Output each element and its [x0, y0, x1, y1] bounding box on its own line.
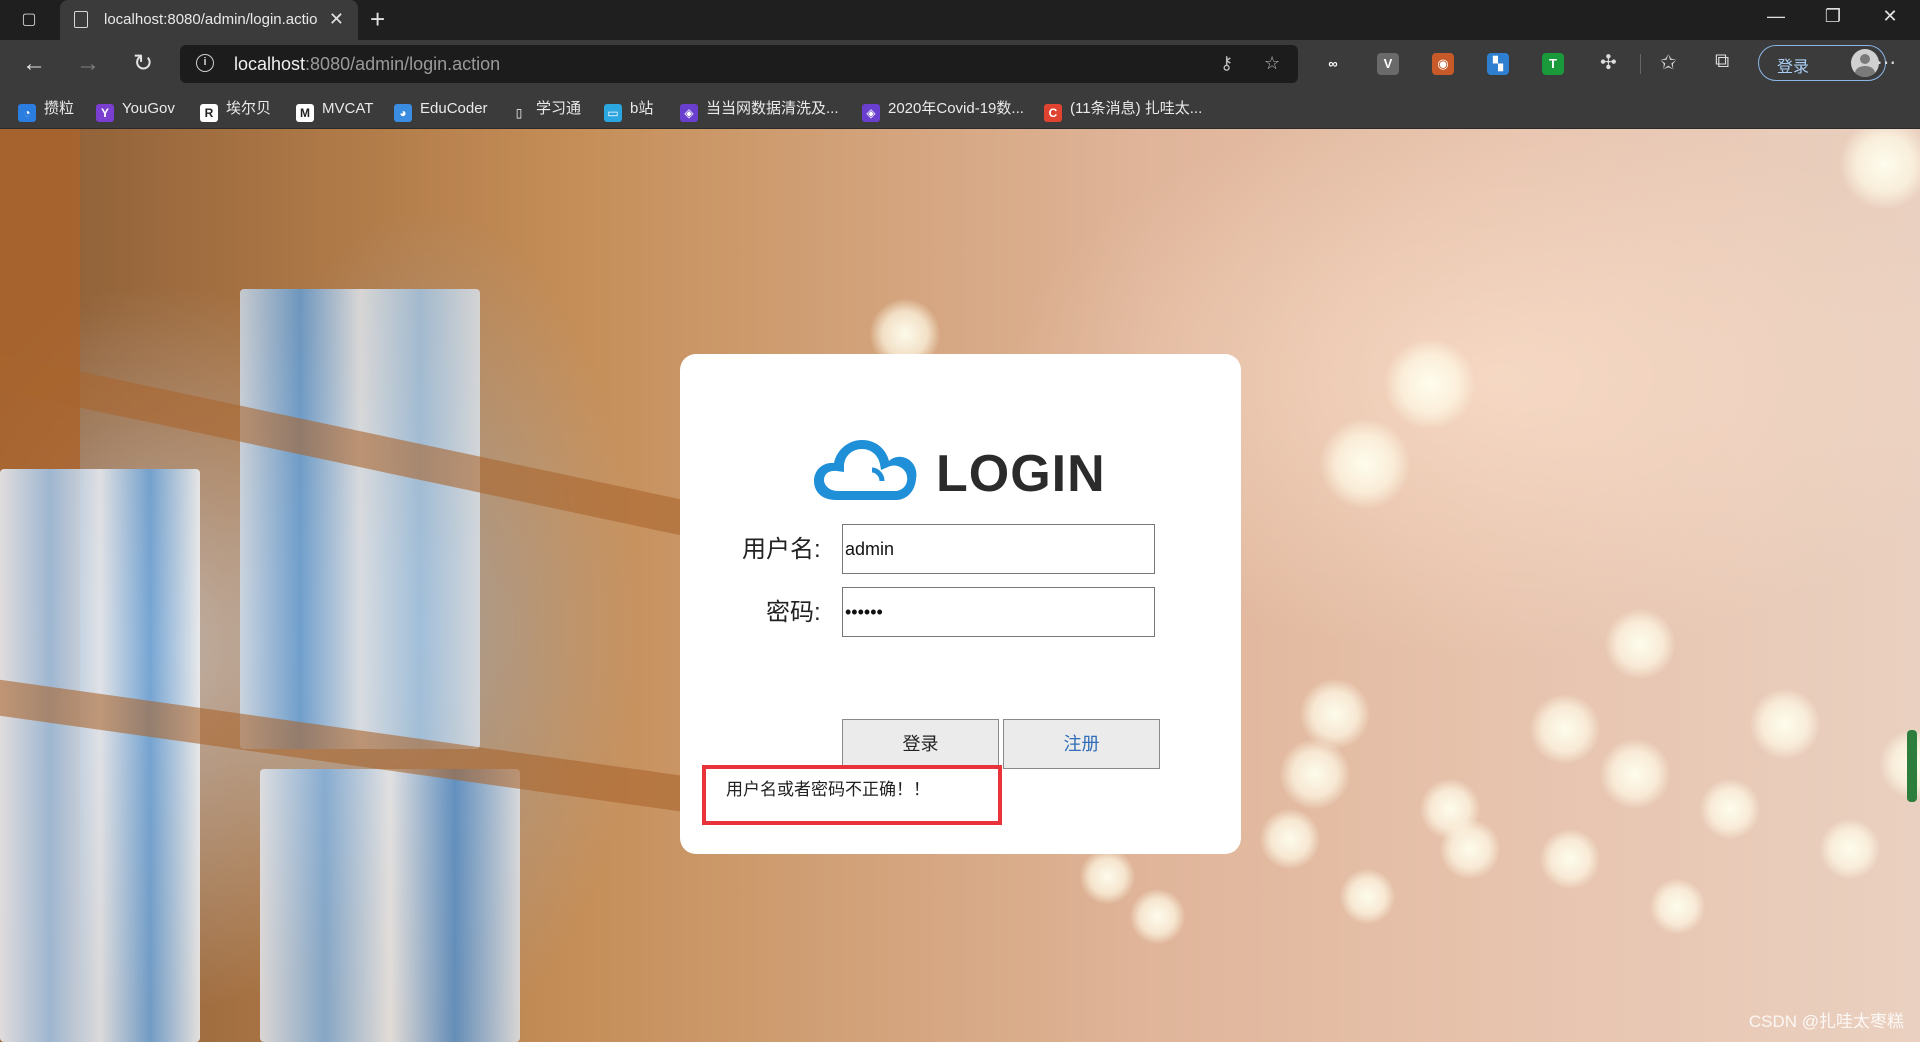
bookmark-label: 2020年Covid-19数...: [888, 100, 1024, 117]
toolbar-divider: [1640, 54, 1641, 74]
window-close-icon[interactable]: ✕: [1870, 6, 1910, 27]
bokeh-light: [1820, 819, 1880, 879]
error-message: 用户名或者密码不正确！！: [726, 780, 930, 799]
watermark: CSDN @扎哇太枣糕: [1748, 1012, 1904, 1031]
bookmark-label: MVCAT: [322, 100, 374, 117]
bookmark-label: b站: [630, 100, 654, 117]
bokeh-light: [1605, 609, 1675, 679]
bookmarks-bar: ◔ 攒粒 Y YouGov R 埃尔贝 M MVCAT ◕ EduCoder ▯ 学习通 ▭ b站 ◈ 当当网…: [0, 88, 1920, 129]
new-tab-button[interactable]: +: [370, 4, 385, 35]
bokeh-light: [1440, 819, 1500, 879]
page-background: LOGIN 用户名: 密码: 登录 注册 用户名或者密码不正确！！ CSDN @…: [0, 129, 1920, 1042]
active-tab[interactable]: localhost:8080/admin/login.actio ✕: [60, 0, 358, 40]
bokeh-light: [1650, 879, 1705, 934]
bokeh-light: [1340, 869, 1395, 924]
scroll-indicator[interactable]: [1907, 730, 1917, 802]
avatar: [1851, 49, 1879, 77]
browser-toolbar: ← → ↻ i localhost:8080/admin/login.actio…: [0, 40, 1920, 88]
tab-actions-icon[interactable]: ▢: [18, 9, 40, 31]
bookmark-favicon-icon: C: [1044, 104, 1062, 122]
logo-text: LOGIN: [936, 445, 1106, 503]
bookmark-item[interactable]: R 埃尔贝: [200, 98, 272, 122]
favorites-icon[interactable]: ✩: [1660, 50, 1677, 75]
bookmark-favicon-icon: ▯: [510, 104, 528, 122]
close-tab-icon[interactable]: ✕: [329, 9, 344, 30]
books-blur: [0, 469, 200, 1042]
minimize-icon[interactable]: —: [1756, 6, 1796, 27]
refresh-icon[interactable]: ↻: [127, 48, 159, 80]
grid-extension-icon[interactable]: ▚: [1487, 53, 1509, 75]
bookmark-item[interactable]: M MVCAT: [296, 98, 374, 122]
bookmark-item[interactable]: Y YouGov: [96, 98, 175, 122]
bookmark-favicon-icon: ◈: [862, 104, 880, 122]
add-favorite-icon[interactable]: ☆: [1264, 53, 1280, 74]
bookmark-item[interactable]: ◈ 当当网数据清洗及...: [680, 98, 839, 122]
site-info-icon[interactable]: i: [196, 54, 214, 72]
bookmark-item[interactable]: ◔ 攒粒: [18, 98, 75, 122]
bokeh-light: [1260, 809, 1320, 869]
register-button[interactable]: 注册: [1003, 719, 1160, 769]
username-label: 用户名:: [742, 536, 821, 563]
page-icon: [74, 11, 88, 28]
address-bar[interactable]: i localhost:8080/admin/login.action ⚷ ☆: [180, 45, 1298, 83]
bookmark-item[interactable]: ▭ b站: [604, 98, 654, 122]
bokeh-light: [1600, 739, 1670, 809]
bookmark-item[interactable]: ◕ EduCoder: [394, 98, 488, 122]
back-icon[interactable]: ←: [18, 48, 50, 80]
bookmark-label: 埃尔贝: [226, 100, 272, 117]
books-blur: [240, 289, 480, 749]
infinity-extension-icon[interactable]: ∞: [1322, 53, 1344, 75]
forward-icon[interactable]: →: [72, 48, 104, 80]
bookmark-favicon-icon: M: [296, 104, 314, 122]
bookmark-favicon-icon: ◕: [394, 104, 412, 122]
bookmark-favicon-icon: Y: [96, 104, 114, 122]
bookmark-favicon-icon: ▭: [604, 104, 622, 122]
url-path: :8080/admin/login.action: [305, 54, 501, 74]
bokeh-light: [1700, 779, 1760, 839]
username-input[interactable]: [842, 524, 1155, 574]
t-extension-icon[interactable]: T: [1542, 53, 1564, 75]
bokeh-light: [1280, 739, 1350, 809]
password-input[interactable]: [842, 587, 1155, 637]
bookmark-label: 学习通: [536, 100, 582, 117]
v-extension-icon[interactable]: V: [1377, 53, 1399, 75]
error-highlight-box: 用户名或者密码不正确！！: [702, 765, 1002, 825]
bokeh-light: [1080, 849, 1135, 904]
tab-title: localhost:8080/admin/login.actio: [104, 11, 318, 28]
url-host: localhost: [234, 54, 306, 74]
bokeh-light: [1840, 129, 1920, 209]
profile-button[interactable]: 登录: [1758, 45, 1886, 81]
extensions-puzzle-icon[interactable]: ✣: [1600, 50, 1617, 75]
bookmark-favicon-icon: ◔: [18, 104, 36, 122]
key-icon[interactable]: ⚷: [1220, 53, 1233, 74]
bookmark-label: 攒粒: [44, 100, 75, 117]
bookmark-favicon-icon: ◈: [680, 104, 698, 122]
bokeh-light: [1540, 829, 1600, 889]
bookmark-item[interactable]: C (11条消息) 扎哇太...: [1044, 98, 1203, 122]
collections-icon[interactable]: ⧉: [1715, 50, 1729, 73]
bookmark-item[interactable]: ◈ 2020年Covid-19数...: [862, 98, 1024, 122]
address-url[interactable]: localhost:8080/admin/login.action: [234, 54, 500, 75]
bookmark-label: YouGov: [122, 100, 175, 117]
bokeh-light: [1750, 689, 1820, 759]
bokeh-light: [1385, 339, 1475, 429]
fox-extension-icon[interactable]: ◉: [1432, 53, 1454, 75]
books-blur: [260, 769, 520, 1042]
tab-bar: ▢ localhost:8080/admin/login.actio ✕ + —…: [0, 0, 1920, 40]
bookmark-label: EduCoder: [420, 100, 488, 117]
bokeh-light: [1320, 419, 1410, 509]
login-button[interactable]: 登录: [842, 719, 999, 769]
bookmark-label: 当当网数据清洗及...: [706, 100, 839, 117]
cloud-logo-icon: [814, 440, 917, 500]
bookmark-favicon-icon: R: [200, 104, 218, 122]
bookmark-label: (11条消息) 扎哇太...: [1070, 100, 1203, 117]
more-menu-icon[interactable]: ⋯: [1876, 50, 1896, 75]
password-label: 密码:: [766, 599, 821, 626]
restore-icon[interactable]: ❐: [1813, 6, 1853, 27]
bookmark-item[interactable]: ▯ 学习通: [510, 98, 582, 122]
profile-label: 登录: [1777, 59, 1810, 76]
bokeh-light: [1530, 694, 1600, 764]
bokeh-light: [1130, 889, 1185, 944]
login-card: LOGIN 用户名: 密码: 登录 注册 用户名或者密码不正确！！: [680, 354, 1241, 854]
